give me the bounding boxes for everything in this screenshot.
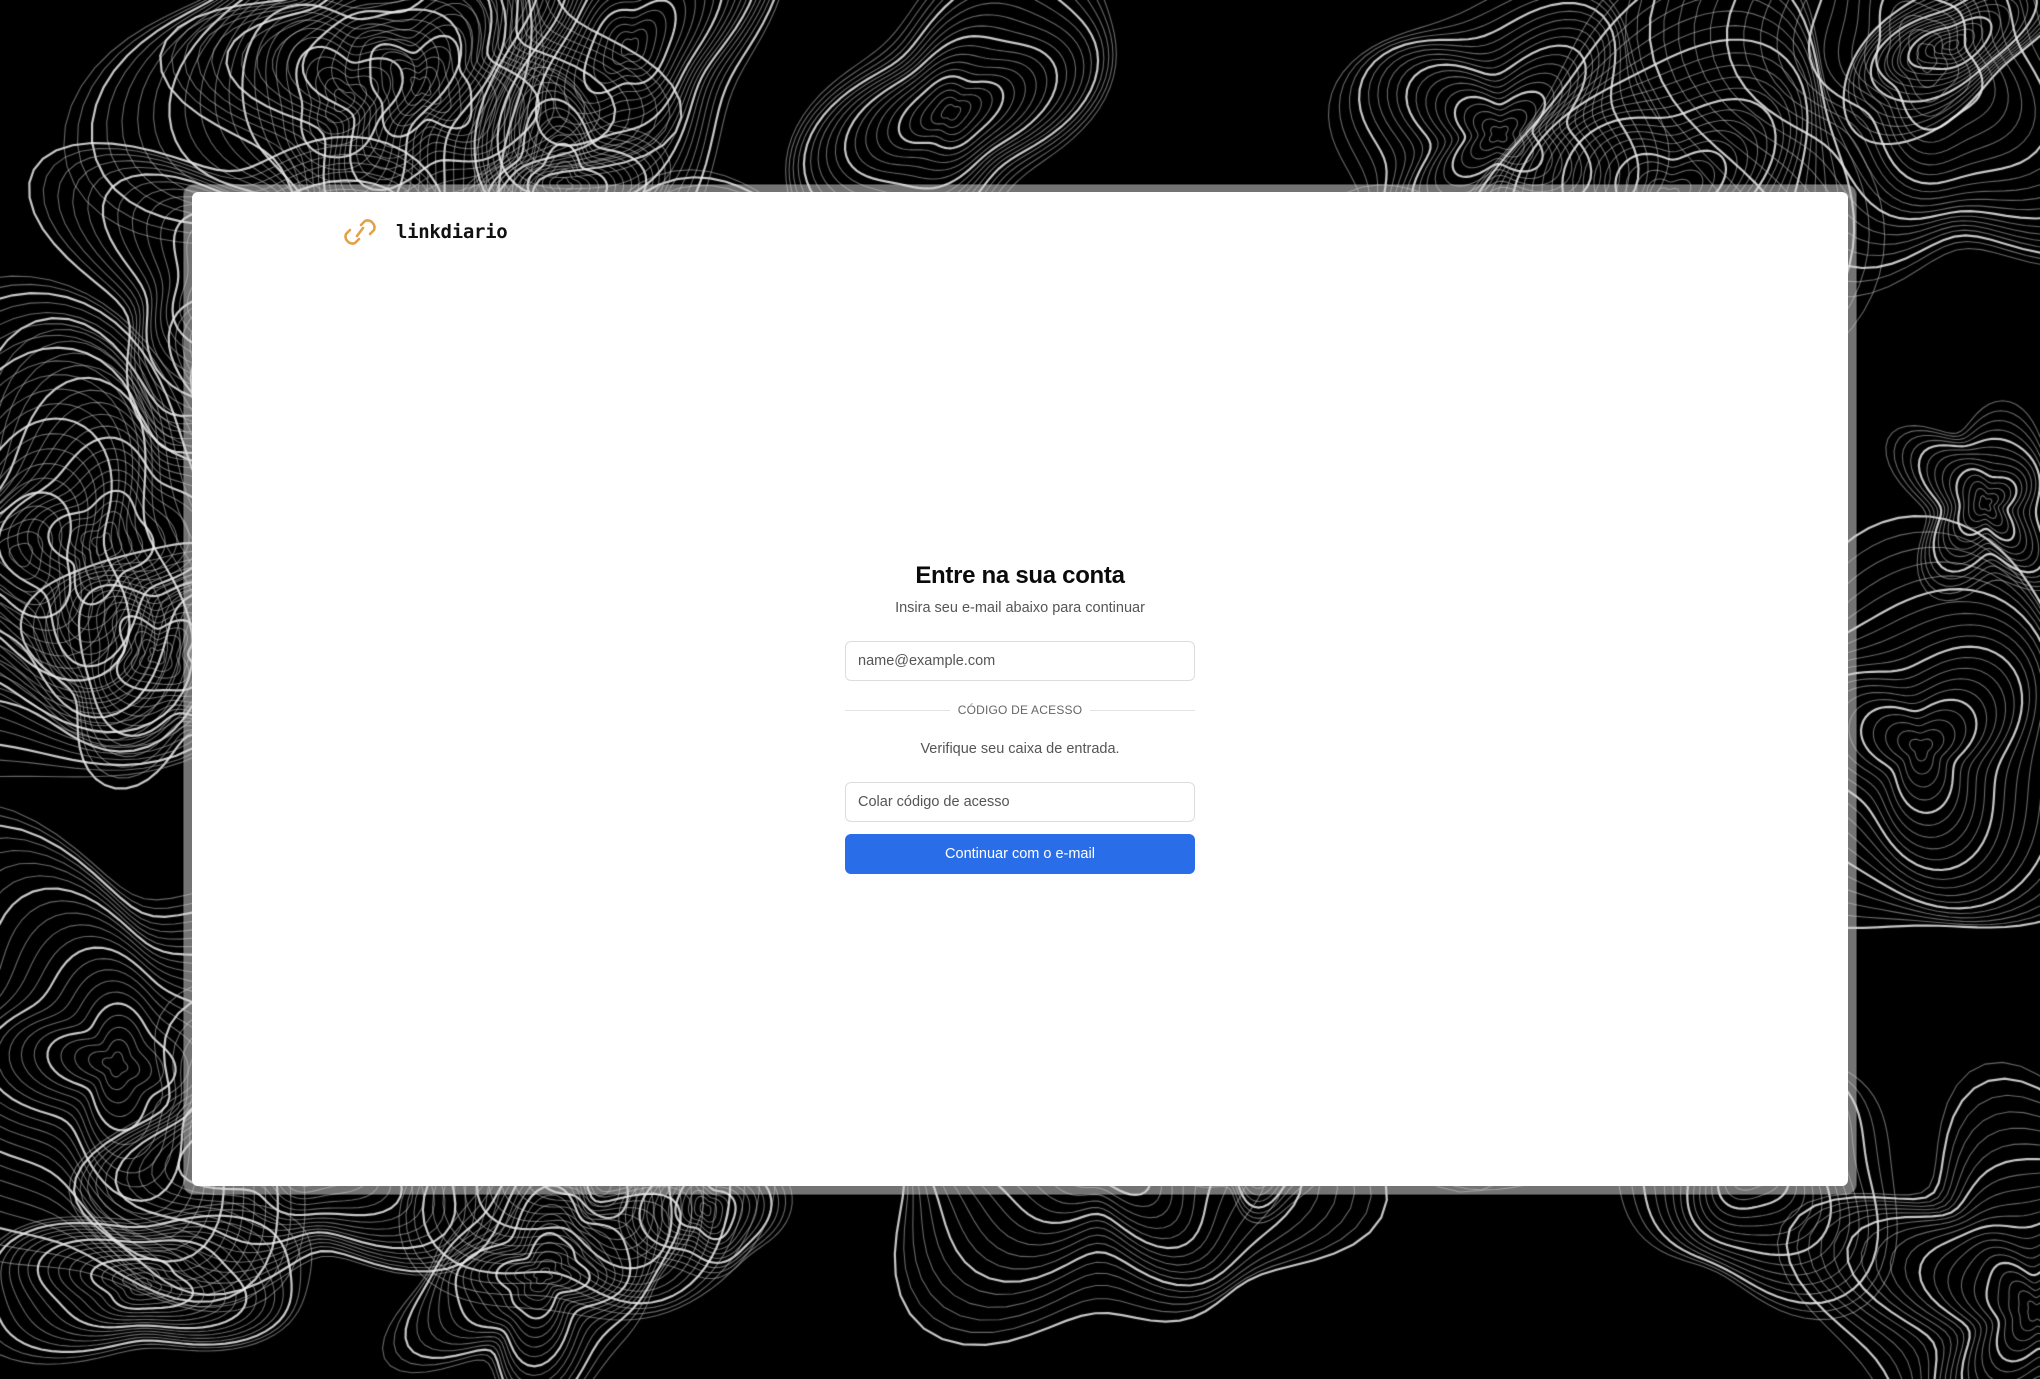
divider-label: CÓDIGO DE ACESSO — [957, 703, 1083, 717]
inbox-hint: Verifique seu caixa de entrada. — [920, 741, 1120, 757]
login-window: linkdiario Entre na sua conta Insira seu… — [192, 192, 1848, 1186]
access-code-divider: CÓDIGO DE ACESSO — [845, 703, 1195, 717]
link-icon — [344, 219, 376, 245]
divider-line-right — [1090, 709, 1195, 711]
brand-name: linkdiario — [396, 221, 508, 243]
brand[interactable]: linkdiario — [340, 212, 508, 252]
continue-with-email-button[interactable]: Continuar com o e-mail — [845, 834, 1195, 874]
login-form: Entre na sua conta Insira seu e-mail aba… — [845, 560, 1195, 874]
access-code-field[interactable] — [845, 782, 1195, 822]
email-field[interactable] — [845, 641, 1195, 681]
divider-line-left — [845, 709, 950, 711]
page-subtitle: Insira seu e-mail abaixo para continuar — [895, 600, 1145, 616]
page-title: Entre na sua conta — [915, 562, 1125, 589]
